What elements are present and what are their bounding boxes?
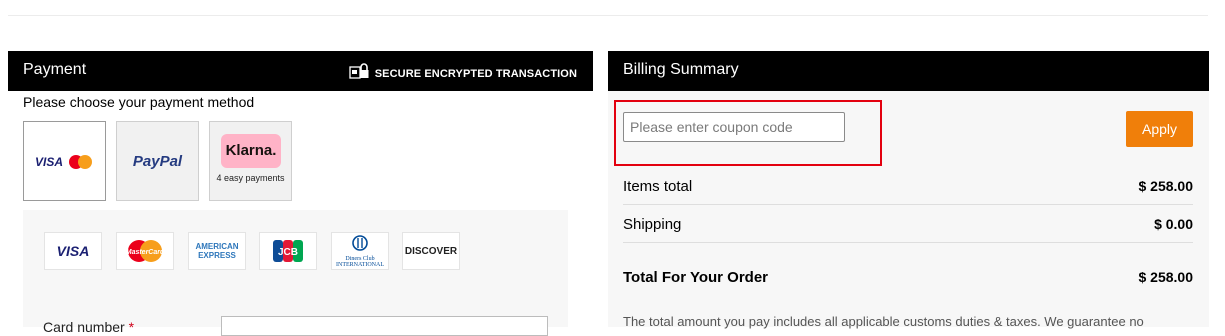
items-total-row: Items total $ 258.00 [623, 178, 1193, 195]
svg-text:MasterCard: MasterCard [126, 249, 165, 256]
klarna-logo: Klarna. [221, 134, 281, 168]
klarna-option[interactable]: Klarna. 4 easy payments [209, 121, 292, 201]
choose-method-label: Please choose your payment method [23, 94, 255, 110]
svg-text:JCB: JCB [278, 247, 298, 258]
summary-divider [623, 204, 1193, 205]
billing-title: Billing Summary [623, 61, 739, 78]
card-number-label: Card number * [43, 319, 135, 335]
mastercard-card-icon: MasterCard [116, 232, 174, 270]
visa-card-icon: VISA [44, 232, 102, 270]
apply-coupon-button[interactable]: Apply [1126, 111, 1193, 147]
klarna-sublabel: 4 easy payments [216, 173, 285, 183]
summary-divider [623, 242, 1193, 243]
visa-text: VISA [35, 155, 63, 169]
items-total-value: $ 258.00 [1138, 178, 1194, 194]
secure-transaction-badge: SECURE ENCRYPTED TRANSACTION [349, 63, 577, 84]
order-total-label: Total For Your Order [623, 269, 769, 286]
payment-title: Payment [23, 61, 87, 78]
order-total-row: Total For Your Order $ 258.00 [623, 269, 1193, 286]
discover-card-icon: DISCOVER [402, 232, 460, 270]
diners-club-card-icon: Diners Club INTERNATIONAL [331, 232, 389, 270]
items-total-label: Items total [623, 178, 693, 195]
paypal-option[interactable]: PayPal [116, 121, 199, 201]
secure-label: SECURE ENCRYPTED TRANSACTION [374, 67, 577, 80]
visa-mastercard-option[interactable]: VISA [23, 121, 106, 201]
visa-mastercard-logo: VISA [35, 155, 92, 169]
jcb-card-icon: JCB [259, 232, 317, 270]
paypal-label: PayPal [132, 153, 183, 170]
amex-card-icon: AMERICAN EXPRESS [188, 232, 246, 270]
shipping-value: $ 0.00 [1154, 216, 1193, 232]
shipping-label: Shipping [623, 216, 682, 233]
shipping-row: Shipping $ 0.00 [623, 216, 1193, 233]
lock-icon [349, 63, 369, 84]
payment-header: Payment SECURE ENCRYPTED TRANSACTION [8, 51, 593, 91]
top-divider [8, 15, 1208, 16]
order-total-value: $ 258.00 [1138, 269, 1194, 285]
billing-header: Billing Summary [608, 51, 1209, 91]
coupon-input[interactable] [623, 112, 845, 142]
card-number-input[interactable] [221, 316, 548, 336]
